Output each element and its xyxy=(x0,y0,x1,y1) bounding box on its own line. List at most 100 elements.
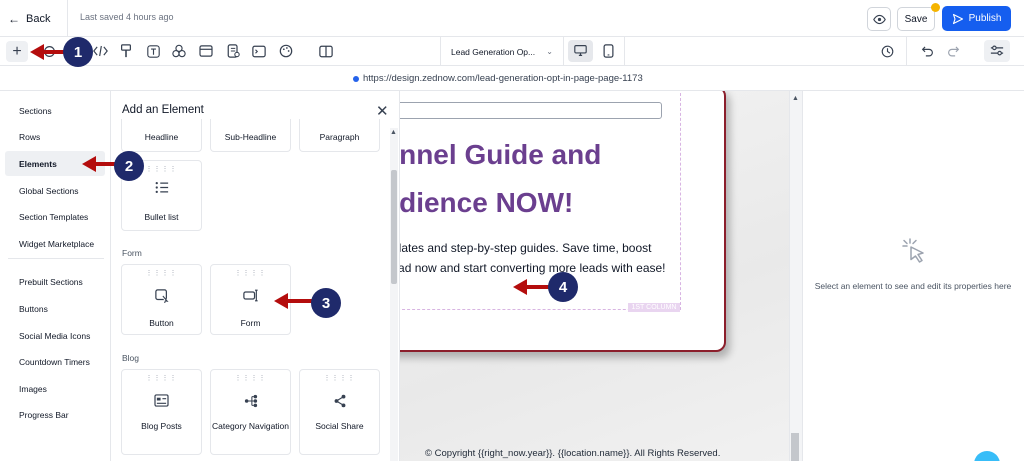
page-url[interactable]: https://design.zednow.com/lead-generatio… xyxy=(363,73,643,84)
desktop-view-button[interactable] xyxy=(568,40,593,62)
nav-item-buttons[interactable]: Buttons xyxy=(5,296,105,321)
last-saved-status: Last saved 4 hours ago xyxy=(80,12,174,22)
share-icon xyxy=(300,394,379,411)
nav-item-widget-marketplace[interactable]: Widget Marketplace xyxy=(5,231,105,256)
element-card-blog-posts[interactable]: ⋮⋮⋮⋮ Blog Posts xyxy=(121,369,202,455)
nav-item-prebuilt-sections[interactable]: Prebuilt Sections xyxy=(5,269,105,294)
mobile-view-button[interactable] xyxy=(600,40,618,62)
pointer-click-icon xyxy=(902,238,924,263)
section-label-blog: Blog xyxy=(122,353,140,363)
element-card-social-share[interactable]: ⋮⋮⋮⋮ Social Share xyxy=(299,369,380,455)
settings-sliders-button[interactable] xyxy=(984,40,1010,62)
columns-icon[interactable] xyxy=(319,44,333,58)
card-label: Blog Posts xyxy=(141,421,182,431)
nav-item-countdown-timers[interactable]: Countdown Timers xyxy=(5,349,105,374)
preview-button[interactable] xyxy=(867,7,891,31)
page-builder: ← Back Last saved 4 hours ago Save Publi… xyxy=(0,0,1024,461)
annotation-badge-2: 2 xyxy=(114,151,144,181)
nav-item-sections[interactable]: Sections xyxy=(5,98,105,123)
form-doc-icon[interactable] xyxy=(226,44,240,58)
redo-icon[interactable] xyxy=(946,44,960,58)
drag-handle-icon: ⋮⋮⋮⋮ xyxy=(234,375,267,382)
section-label-form: Form xyxy=(122,248,142,258)
desktop-icon xyxy=(574,45,587,56)
terminal-icon[interactable] xyxy=(252,44,266,58)
hero-card[interactable]: unnel Guide and udience NOW! mplates and… xyxy=(400,91,726,352)
card-label: Category Navigation xyxy=(211,421,289,431)
element-card-headline[interactable]: Headline xyxy=(121,119,202,152)
column-tag: 1ST COLUMN xyxy=(628,303,680,312)
publish-button[interactable]: Publish xyxy=(942,6,1011,31)
page-canvas: unnel Guide and udience NOW! mplates and… xyxy=(400,91,802,461)
publish-label: Publish xyxy=(968,13,1002,24)
panel-title: Add an Element xyxy=(122,104,204,116)
send-icon xyxy=(952,13,963,24)
drag-handle-icon: ⋮⋮⋮⋮ xyxy=(234,270,267,277)
paint-icon[interactable] xyxy=(119,44,133,58)
card-label: Bullet list xyxy=(144,212,179,222)
section-icon[interactable] xyxy=(199,44,213,58)
nav-item-social-media-icons[interactable]: Social Media Icons xyxy=(5,323,105,348)
nav-item-global-sections[interactable]: Global Sections xyxy=(5,178,105,203)
element-card-button[interactable]: ⋮⋮⋮⋮ Button xyxy=(121,264,202,335)
bullet-list-icon xyxy=(122,181,201,197)
left-nav: Sections Rows Elements Global Sections S… xyxy=(0,91,111,461)
properties-empty-text: Select an element to see and edit its pr… xyxy=(814,281,1012,291)
editor-toolbar: + Lead Generation Op... ⌄ xyxy=(0,37,1024,66)
card-label: Button xyxy=(149,318,174,328)
subtext-line: nload now and start converting more lead… xyxy=(400,261,666,275)
card-label: Social Share xyxy=(315,421,364,431)
nav-item-images[interactable]: Images xyxy=(5,376,105,401)
nav-item-rows[interactable]: Rows xyxy=(5,124,105,149)
card-label: Paragraph xyxy=(319,132,360,142)
add-element-panel: Add an Element ✕ Headline Sub-Headline P… xyxy=(111,91,400,461)
back-label: Back xyxy=(26,13,51,25)
annotation-arrow-3 xyxy=(274,293,316,309)
text-icon[interactable] xyxy=(146,44,160,58)
history-icon[interactable] xyxy=(880,44,894,58)
nav-item-section-templates[interactable]: Section Templates xyxy=(5,204,105,229)
annotation-badge-4: 4 xyxy=(548,272,578,302)
headline-input-box[interactable] xyxy=(400,102,662,119)
element-card-paragraph[interactable]: Paragraph xyxy=(299,119,380,152)
mobile-icon xyxy=(603,44,614,58)
url-bar: https://design.zednow.com/lead-generatio… xyxy=(0,66,1024,91)
page-selector-value: Lead Generation Op... xyxy=(451,46,536,57)
panel-scrollbar-thumb[interactable] xyxy=(391,170,397,284)
drag-handle-icon: ⋮⋮⋮⋮ xyxy=(145,375,178,382)
card-label: Headline xyxy=(144,132,179,142)
chevron-down-icon: ⌄ xyxy=(546,47,553,56)
annotation-arrow-2 xyxy=(82,156,118,172)
canvas-scrollbar[interactable] xyxy=(789,91,802,461)
divider xyxy=(906,37,907,66)
undo-icon[interactable] xyxy=(920,44,934,58)
scroll-up-icon[interactable]: ▲ xyxy=(792,95,799,102)
hero-headline[interactable]: unnel Guide and udience NOW! xyxy=(400,131,702,227)
close-icon[interactable]: ✕ xyxy=(376,102,389,120)
divider xyxy=(8,258,104,259)
drag-handle-icon: ⋮⋮⋮⋮ xyxy=(323,375,356,382)
scroll-up-icon[interactable]: ▲ xyxy=(390,129,397,136)
code-icon[interactable] xyxy=(92,44,108,58)
nav-item-progress-bar[interactable]: Progress Bar xyxy=(5,402,105,427)
back-button[interactable]: ← Back xyxy=(8,9,50,29)
shapes-icon[interactable] xyxy=(172,44,186,58)
canvas-scrollbar-thumb[interactable] xyxy=(791,433,799,461)
drag-handle-icon: ⋮⋮⋮⋮ xyxy=(145,270,178,277)
palette-icon[interactable] xyxy=(279,44,293,58)
arrow-left-icon: ← xyxy=(8,12,20,26)
settings-sliders-icon xyxy=(990,45,1004,56)
url-status-dot xyxy=(353,76,359,82)
page-selector[interactable]: Lead Generation Op... ⌄ xyxy=(440,37,564,66)
divider xyxy=(624,37,625,66)
save-button[interactable]: Save xyxy=(897,7,935,31)
footer-copyright[interactable]: © Copyright {{right_now.year}}. {{locati… xyxy=(425,448,720,459)
element-card-sub-headline[interactable]: Sub-Headline xyxy=(210,119,291,152)
plus-icon[interactable]: + xyxy=(6,41,28,62)
card-label: Sub-Headline xyxy=(224,132,277,142)
hero-subtext[interactable]: mplates and step-by-step guides. Save ti… xyxy=(400,238,702,278)
element-card-category-navigation[interactable]: ⋮⋮⋮⋮ Category Navigation xyxy=(210,369,291,455)
button-element-icon xyxy=(122,289,201,306)
blog-posts-icon xyxy=(122,394,201,410)
subtext-line: mplates and step-by-step guides. Save ti… xyxy=(400,241,652,255)
